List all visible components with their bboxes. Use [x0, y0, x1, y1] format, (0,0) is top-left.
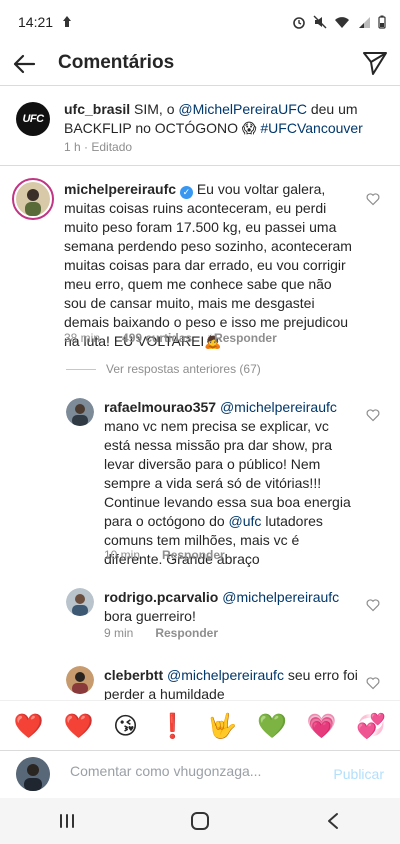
page-title: Comentários: [58, 52, 175, 73]
reply-username[interactable]: cleberbtt: [104, 667, 163, 683]
reply-mention[interactable]: @michelpereiraufc: [222, 589, 339, 605]
comment-username[interactable]: michelpereiraufc: [64, 181, 176, 197]
reply-text: cleberbtt @michelpereiraufc seu erro foi…: [104, 666, 358, 700]
caption-divider: [0, 165, 400, 166]
like-heart-icon[interactable]: [366, 598, 380, 612]
reply-meta: 9 min Responder: [104, 626, 218, 640]
battery-icon: [378, 15, 386, 29]
verified-badge-icon: ✓: [179, 186, 193, 199]
emoji-revolving-hearts[interactable]: 💞: [356, 714, 386, 738]
back-arrow-icon[interactable]: [10, 50, 38, 78]
status-time: 14:21: [18, 14, 54, 30]
view-previous-replies[interactable]: Ver respostas anteriores (67): [66, 362, 261, 376]
recent-apps-icon: [59, 814, 74, 828]
ufc-logo-text: UFC: [22, 113, 44, 125]
comment-time: 38 min: [64, 331, 101, 345]
like-heart-icon[interactable]: [366, 676, 380, 690]
caption-meta: 1 h · Editado: [64, 140, 132, 154]
caption-edited: · Editado: [80, 140, 133, 154]
mute-icon: [313, 15, 327, 29]
emoji-red-heart[interactable]: ❤️: [63, 714, 93, 738]
comment-text: michelpereiraufc ✓ Eu vou voltar galera,…: [64, 180, 356, 351]
avatar[interactable]: [66, 588, 94, 616]
caption-hashtag[interactable]: #UFCVancouver: [260, 120, 362, 136]
caption-text-part: SIM, o: [130, 101, 179, 117]
app-header: Comentários: [0, 44, 400, 84]
reply-button[interactable]: Responder: [214, 331, 277, 345]
reply-username[interactable]: rafaelmourao357: [104, 399, 216, 415]
direct-send-icon[interactable]: [362, 50, 388, 76]
chevron-left-icon: [328, 813, 339, 829]
reply-button[interactable]: Responder: [162, 548, 225, 562]
reply-time: 9 min: [104, 626, 134, 640]
emoji-pink-heart[interactable]: 💗: [307, 714, 337, 738]
caption-time: 1 h: [64, 140, 81, 154]
recent-apps-button[interactable]: [37, 801, 97, 841]
like-heart-icon[interactable]: [366, 192, 380, 206]
avatar-photo: [16, 182, 50, 216]
emoji-red-heart[interactable]: ❤️: [14, 714, 44, 738]
emoji-green-heart[interactable]: 💚: [257, 714, 287, 738]
avatar: [16, 757, 50, 791]
caption-username[interactable]: ufc_brasil: [64, 101, 130, 117]
emoji-kiss-face[interactable]: 😘: [113, 714, 138, 738]
avatar[interactable]: [66, 398, 94, 426]
quick-emoji-bar: ❤️ ❤️ 😘 ❗ 🤟 💚 💗 💞: [0, 700, 400, 750]
avatar-photo: [66, 398, 94, 426]
likes-count[interactable]: 499 curtidas: [122, 331, 192, 345]
home-icon: [190, 812, 209, 830]
avatar-photo: [66, 588, 94, 616]
reply-mention[interactable]: @michelpereiraufc: [167, 667, 284, 683]
reply-mention[interactable]: @ufc: [229, 513, 262, 529]
avatar[interactable]: [66, 666, 94, 694]
like-heart-icon[interactable]: [366, 408, 380, 422]
reply-button[interactable]: Responder: [155, 626, 218, 640]
comment-meta: 38 min 499 curtidas Responder: [64, 331, 277, 345]
avatar[interactable]: [12, 178, 54, 220]
reply-meta: 10 min Responder: [104, 548, 225, 562]
caption-text: ufc_brasil SIM, o @MichelPereiraUFC deu …: [64, 100, 384, 138]
system-back-button[interactable]: [303, 801, 363, 841]
emoji-love-you-hand[interactable]: 🤟: [207, 714, 237, 738]
post-button[interactable]: Publicar: [333, 766, 384, 782]
notification-icon: [63, 16, 72, 27]
avatar-photo: [66, 666, 94, 694]
alarm-icon: [293, 17, 305, 29]
reply-text: rodrigo.pcarvalio @michelpereiraufc bora…: [104, 588, 358, 626]
system-nav-bar: [0, 798, 400, 844]
avatar[interactable]: UFC: [16, 102, 50, 136]
replies-line: [66, 368, 96, 370]
comment-input[interactable]: [70, 763, 320, 779]
comment-composer: Publicar: [0, 750, 400, 798]
caption-mention[interactable]: @MichelPereiraUFC: [178, 101, 307, 117]
reply-mention[interactable]: @michelpereiraufc: [220, 399, 337, 415]
status-bar: 14:21: [0, 0, 400, 44]
view-replies-label: Ver respostas anteriores (67): [106, 362, 261, 376]
reply-text: rafaelmourao357 @michelpereiraufc mano v…: [104, 398, 358, 569]
reply-username[interactable]: rodrigo.pcarvalio: [104, 589, 218, 605]
comment-body: Eu vou voltar galera, muitas coisas ruin…: [64, 181, 352, 349]
avatar-photo: [16, 757, 50, 791]
signal-icon: [359, 16, 370, 28]
reply-body: bora guerreiro!: [104, 608, 196, 624]
home-button[interactable]: [170, 801, 230, 841]
header-divider: [0, 85, 400, 86]
wifi-icon: [335, 16, 349, 28]
reply-item: cleberbtt @michelpereiraufc seu erro foi…: [66, 664, 400, 700]
emoji-exclamation[interactable]: ❗: [158, 714, 188, 738]
reply-time: 10 min: [104, 548, 141, 562]
